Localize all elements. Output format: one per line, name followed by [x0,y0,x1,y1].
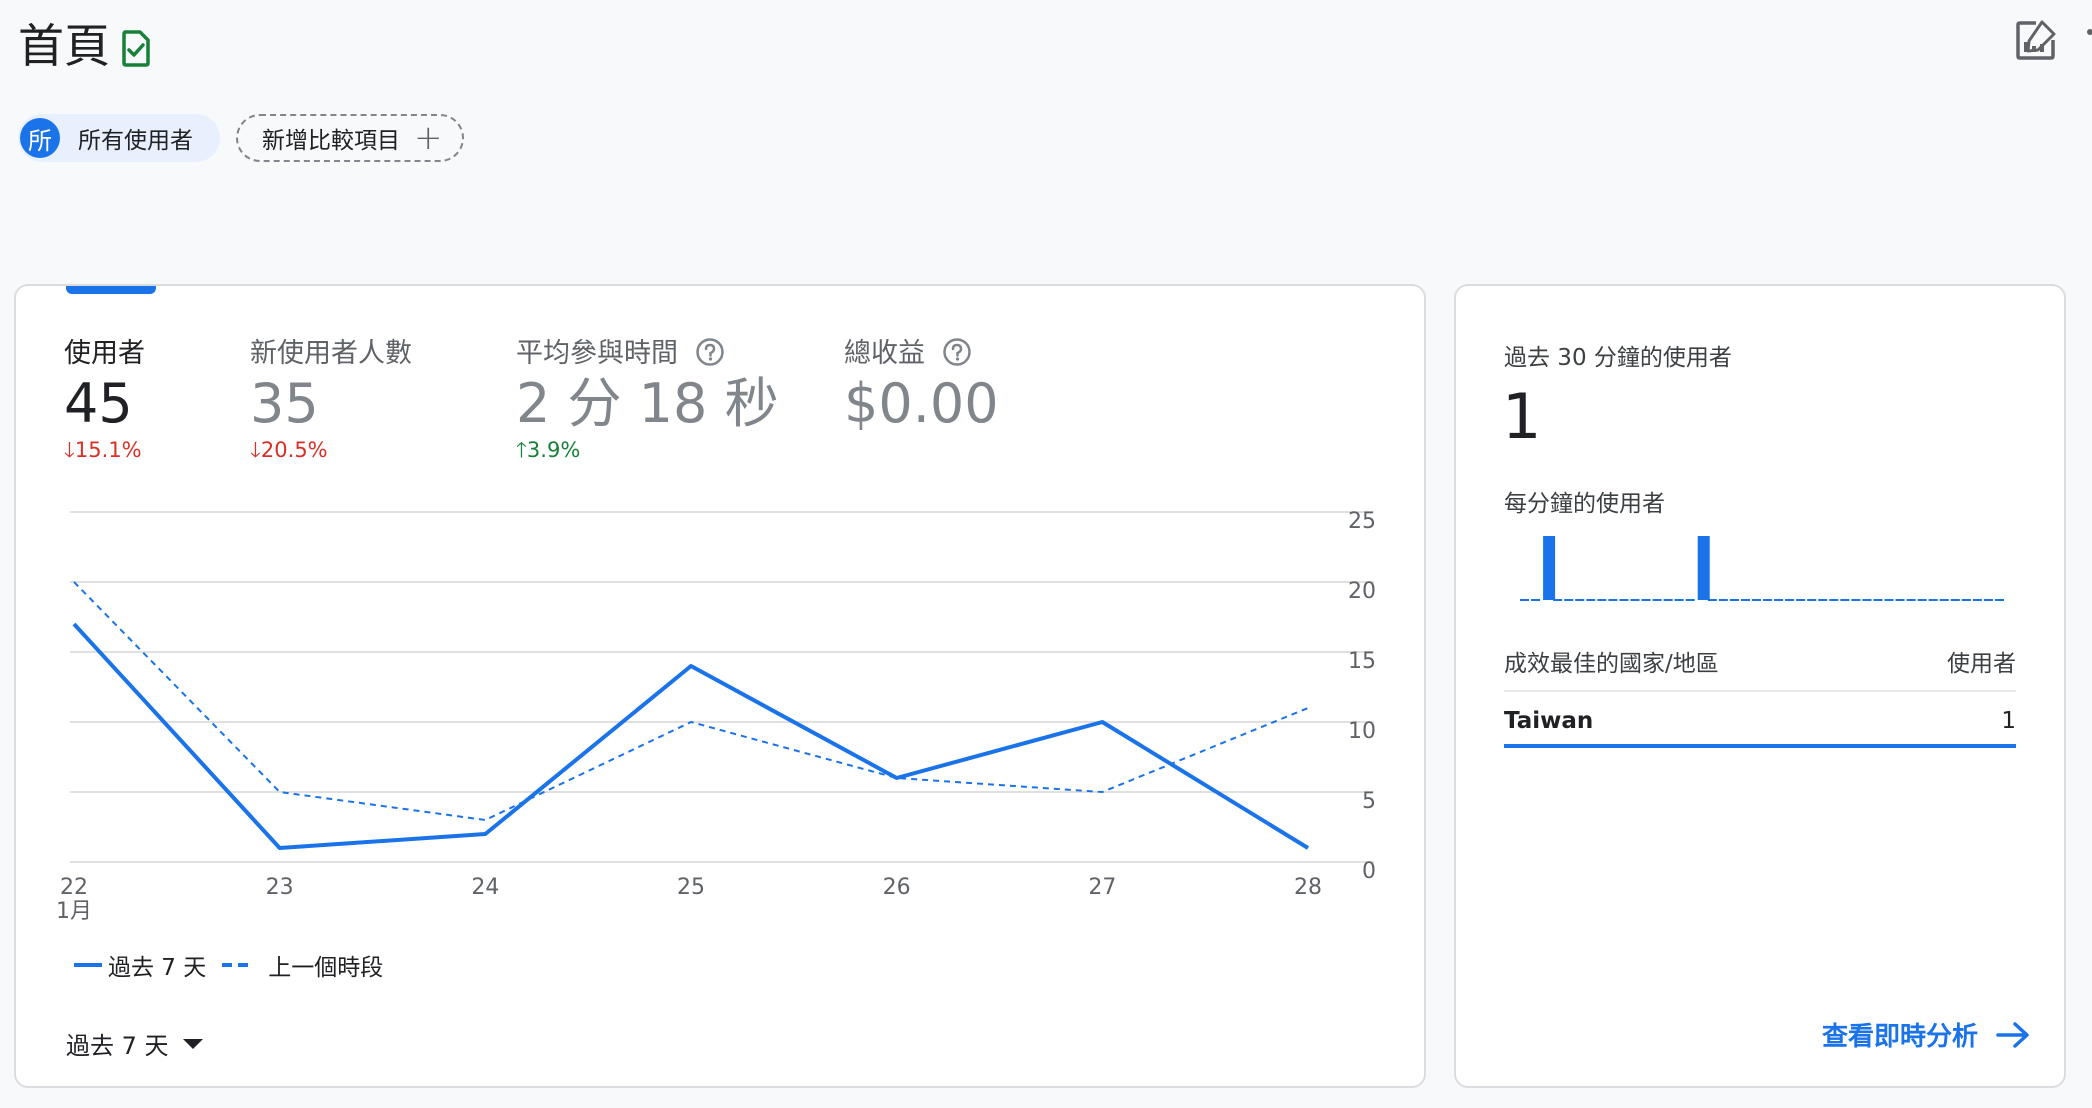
segment-chip-all-users[interactable]: 所 所有使用者 [18,114,220,162]
y-tick-label: 25 [1348,509,1376,534]
y-tick-label: 20 [1348,579,1376,604]
legend-item-current[interactable]: 過去 7 天 [74,948,206,982]
divider [1504,690,2016,692]
per-minute-label: 每分鐘的使用者 [1504,491,1665,517]
y-tick-label: 10 [1348,719,1376,744]
chart-legend: 過去 7 天 上一個時段 [74,948,383,982]
series-line-1 [73,581,1309,821]
y-tick-label: 0 [1362,859,1376,884]
x-tick-label: 24 [471,875,499,900]
row-bar [1504,744,2016,748]
table-row[interactable]: Taiwan 1 [1504,704,2016,750]
x-tick-label: 28 [1294,875,1322,900]
date-range-dropdown[interactable]: 過去 7 天 [66,1026,203,1061]
page-title: 首頁 [18,19,110,73]
more-vert-icon[interactable] [2084,26,2092,56]
x-tick-label: 27 [1088,875,1116,900]
country-users: 1 [2001,708,2016,734]
caret-down-icon [182,1038,203,1049]
date-range-label: 過去 7 天 [66,1032,169,1060]
x-tick-label: 22 [60,875,88,900]
users-line-chart: 25 20 15 10 5 0 22 23 24 25 26 27 28 1月 [56,509,1376,924]
x-tick-label: 25 [677,875,705,900]
per-minute-bar-chart [1520,536,2004,601]
legend-item-previous[interactable]: 上一個時段 [222,948,383,982]
x-tick-label: 23 [266,875,294,900]
segment-chip-label: 所有使用者 [78,128,193,154]
country-name: Taiwan [1504,708,1594,734]
legend-swatch-dashed [222,963,251,967]
check-document-icon[interactable] [116,28,156,68]
realtime-title: 過去 30 分鐘的使用者 [1504,345,1732,371]
plus-icon: + [414,118,443,158]
x-tick-label: 26 [883,875,911,900]
legend-label: 過去 7 天 [108,955,207,981]
table-header-users: 使用者 [1947,651,2016,677]
realtime-value: 1 [1502,380,1542,453]
add-comparison-label: 新增比較項目 [262,128,400,154]
y-tick-label: 5 [1362,789,1376,814]
y-tick-label: 15 [1348,649,1376,674]
arrow-right-icon [1996,1021,2029,1048]
legend-swatch-solid [74,963,102,967]
minute-bar [1697,536,1710,600]
legend-label: 上一個時段 [268,955,384,981]
avatar: 所 [20,118,60,158]
overview-card: 使用者 45 🡓15.1% 新使用者人數 35 🡓20.5% 平均參與時間 2 … [14,284,1426,1088]
table-header-country: 成效最佳的國家/地區 [1504,651,1719,677]
minute-bar [1543,536,1556,600]
x-tick-sublabel: 1月 [56,899,92,924]
realtime-card: 過去 30 分鐘的使用者 1 每分鐘的使用者 成效最佳的國家/地區 使用者 Ta… [1454,284,2066,1088]
view-realtime-label: 查看即時分析 [1821,1022,1978,1052]
add-comparison-button[interactable]: 新增比較項目 + [236,114,464,162]
edit-chart-icon[interactable] [2014,18,2058,62]
view-realtime-link[interactable]: 查看即時分析 [1822,1016,2030,1053]
series-line-0 [72,622,1310,850]
